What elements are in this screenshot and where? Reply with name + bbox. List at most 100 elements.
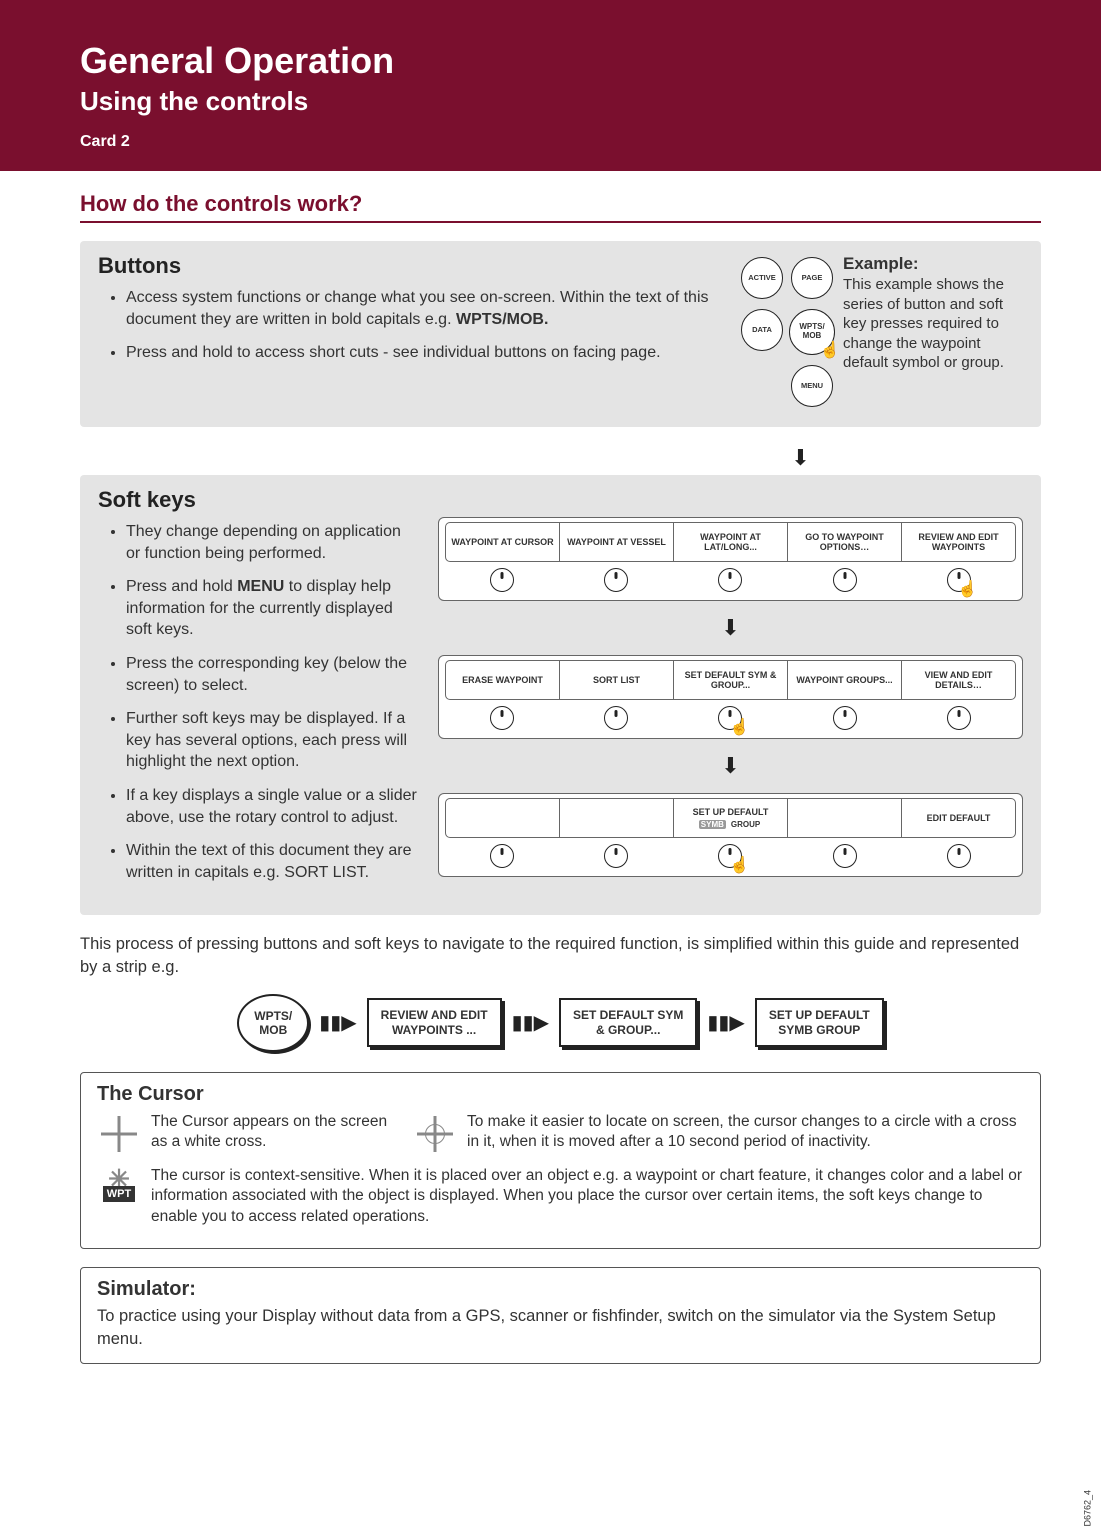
- sk-knob-selected: ☝: [718, 706, 742, 730]
- pointing-hand-icon: ☝: [820, 342, 840, 360]
- softkeys-bullet-5: If a key displays a single value or a sl…: [126, 785, 418, 828]
- cursor-text-3: The cursor is context-sensitive. When it…: [151, 1166, 1024, 1229]
- example-text: Example: This example shows the series o…: [843, 253, 1023, 373]
- sk-r1-c3: WAYPOINT AT LAT/LONG...: [674, 523, 788, 561]
- sk-knob: [833, 706, 857, 730]
- pointing-hand-icon: ☝: [730, 855, 750, 875]
- sk-r3-c3: SET UP DEFAULT SYMB GROUP: [674, 799, 788, 837]
- softkey-row-2: ERASE WAYPOINT SORT LIST SET DEFAULT SYM…: [438, 655, 1023, 739]
- sk-r3-c3-label: SET UP DEFAULT: [693, 807, 769, 817]
- softkeys-menu-bold: MENU: [237, 578, 284, 595]
- sk-r3-c2: [560, 799, 674, 837]
- softkeys-bullet-2: Press and hold MENU to display help info…: [126, 576, 418, 641]
- sk-knob-selected: ☝: [718, 844, 742, 868]
- pointing-hand-icon: ☝: [730, 717, 750, 737]
- sk-knob-selected: ☝: [947, 568, 971, 592]
- navigation-strip: WPTS/ MOB ▮▮▶ REVIEW AND EDIT WAYPOINTS …: [80, 994, 1041, 1052]
- strip-box-2: SET DEFAULT SYM & GROUP...: [559, 998, 697, 1047]
- buttons-bullet-2: Press and hold to access short cuts - se…: [126, 342, 721, 364]
- sk-knob: [833, 568, 857, 592]
- strip-hw-button: WPTS/ MOB: [237, 994, 309, 1052]
- sk-toggle-symb: SYMB: [699, 820, 726, 829]
- right-arrow-icon: ▮▮▶: [707, 1010, 744, 1035]
- strip-hw-button-label: WPTS/ MOB: [254, 1009, 292, 1037]
- hw-btn-menu: MENU: [791, 365, 833, 407]
- softkey-row-1: WAYPOINT AT CURSOR WAYPOINT AT VESSEL WA…: [438, 517, 1023, 601]
- simulator-text: To practice using your Display without d…: [97, 1305, 1024, 1351]
- softkeys-bullet-3: Press the corresponding key (below the s…: [126, 653, 418, 696]
- hw-btn-wpts-label: WPTS/ MOB: [799, 323, 824, 341]
- strip-box-3: SET UP DEFAULT SYMB GROUP: [755, 998, 884, 1047]
- sk-r1-c1: WAYPOINT AT CURSOR: [446, 523, 560, 561]
- down-arrow-icon: ⬇: [438, 753, 1023, 779]
- cursor-text-2: To make it easier to locate on screen, t…: [467, 1112, 1024, 1156]
- softkeys-diagram: WAYPOINT AT CURSOR WAYPOINT AT VESSEL WA…: [438, 487, 1023, 895]
- sk-r1-c4: GO TO WAYPOINT OPTIONS…: [788, 523, 902, 561]
- sk-r3-c5: EDIT DEFAULT: [902, 799, 1015, 837]
- strip-box-1-label: REVIEW AND EDIT WAYPOINTS ...: [381, 1008, 488, 1036]
- sk-r2-c5: VIEW AND EDIT DETAILS…: [902, 661, 1015, 699]
- section-question: How do the controls work?: [80, 191, 1041, 223]
- strip-box-1: REVIEW AND EDIT WAYPOINTS ...: [367, 998, 502, 1047]
- simulator-panel: Simulator: To practice using your Displa…: [80, 1267, 1041, 1364]
- softkeys-bullet-6: Within the text of this document they ar…: [126, 840, 418, 883]
- softkeys-bullet-1: They change depending on application or …: [126, 521, 418, 564]
- softkeys-heading: Soft keys: [98, 487, 418, 513]
- sk-r3-c1: [446, 799, 560, 837]
- hw-btn-page: PAGE: [791, 257, 833, 299]
- sk-knob: [947, 844, 971, 868]
- document-reference: D6762_4: [1083, 1490, 1093, 1527]
- down-arrow-icon: ⬇: [560, 445, 1041, 471]
- right-arrow-icon: ▮▮▶: [319, 1010, 356, 1035]
- sk-r2-c3: SET DEFAULT SYM & GROUP...: [674, 661, 788, 699]
- sk-r3-c4: [788, 799, 902, 837]
- wpt-label: WPT: [103, 1186, 135, 1203]
- sk-knob: [604, 844, 628, 868]
- softkey-row-3: SET UP DEFAULT SYMB GROUP EDIT DEFAULT ☝: [438, 793, 1023, 877]
- cursor-panel: The Cursor The Cursor appears on the scr…: [80, 1072, 1041, 1250]
- cursor-text-1: The Cursor appears on the screen as a wh…: [151, 1112, 397, 1156]
- sk-knob: [604, 706, 628, 730]
- down-arrow-icon: ⬇: [438, 615, 1023, 641]
- hw-btn-wpts: WPTS/ MOB ☝: [789, 309, 835, 355]
- hw-btn-active: ACTIVE: [741, 257, 783, 299]
- pointing-hand-icon: ☝: [958, 579, 978, 599]
- page-header: General Operation Using the controls Car…: [0, 0, 1101, 171]
- softkeys-panel: Soft keys They change depending on appli…: [80, 475, 1041, 915]
- buttons-bullet-1: Access system functions or change what y…: [126, 287, 721, 330]
- right-arrow-icon: ▮▮▶: [512, 1010, 549, 1035]
- sk-r2-c4: WAYPOINT GROUPS...: [788, 661, 902, 699]
- sk-knob: [604, 568, 628, 592]
- sk-knob: [718, 568, 742, 592]
- buttons-bullet-1-bold: WPTS/MOB.: [456, 311, 548, 328]
- sk-r2-c1: ERASE WAYPOINT: [446, 661, 560, 699]
- buttons-bullet-1-text: Access system functions or change what y…: [126, 289, 709, 328]
- simulator-heading: Simulator:: [97, 1278, 1024, 1301]
- page-title: General Operation: [80, 40, 1101, 82]
- strip-box-3-label: SET UP DEFAULT SYMB GROUP: [769, 1008, 870, 1036]
- strip-intro-text: This process of pressing buttons and sof…: [80, 933, 1041, 979]
- buttons-panel: Buttons Access system functions or chang…: [80, 241, 1041, 427]
- sk-toggle-group: GROUP: [729, 820, 762, 829]
- hw-btn-data: DATA: [741, 309, 783, 351]
- buttons-heading: Buttons: [98, 253, 721, 279]
- sk-r1-c5: REVIEW AND EDIT WAYPOINTS: [902, 523, 1015, 561]
- hardware-buttons-diagram: ACTIVE DATA PAGE WPTS/ MOB ☝ MENU: [741, 253, 835, 407]
- example-body: This example shows the series of button …: [843, 276, 1004, 371]
- softkeys-bullet-4: Further soft keys may be displayed. If a…: [126, 708, 418, 773]
- sk-r1-c2: WAYPOINT AT VESSEL: [560, 523, 674, 561]
- cursor-heading: The Cursor: [97, 1083, 1024, 1106]
- cursor-wpt-icon: ✳ WPT: [97, 1166, 141, 1210]
- sk-knob: [833, 844, 857, 868]
- cursor-cross-icon: [97, 1112, 141, 1156]
- example-heading: Example:: [843, 254, 919, 273]
- sk-r2-c2: SORT LIST: [560, 661, 674, 699]
- cursor-circle-cross-icon: [413, 1112, 457, 1156]
- sk-knob: [490, 568, 514, 592]
- strip-box-2-label: SET DEFAULT SYM & GROUP...: [573, 1008, 683, 1036]
- sk-knob: [490, 706, 514, 730]
- sk-knob: [947, 706, 971, 730]
- card-number: Card 2: [80, 133, 1101, 151]
- sk-knob: [490, 844, 514, 868]
- page-subtitle: Using the controls: [80, 86, 1101, 117]
